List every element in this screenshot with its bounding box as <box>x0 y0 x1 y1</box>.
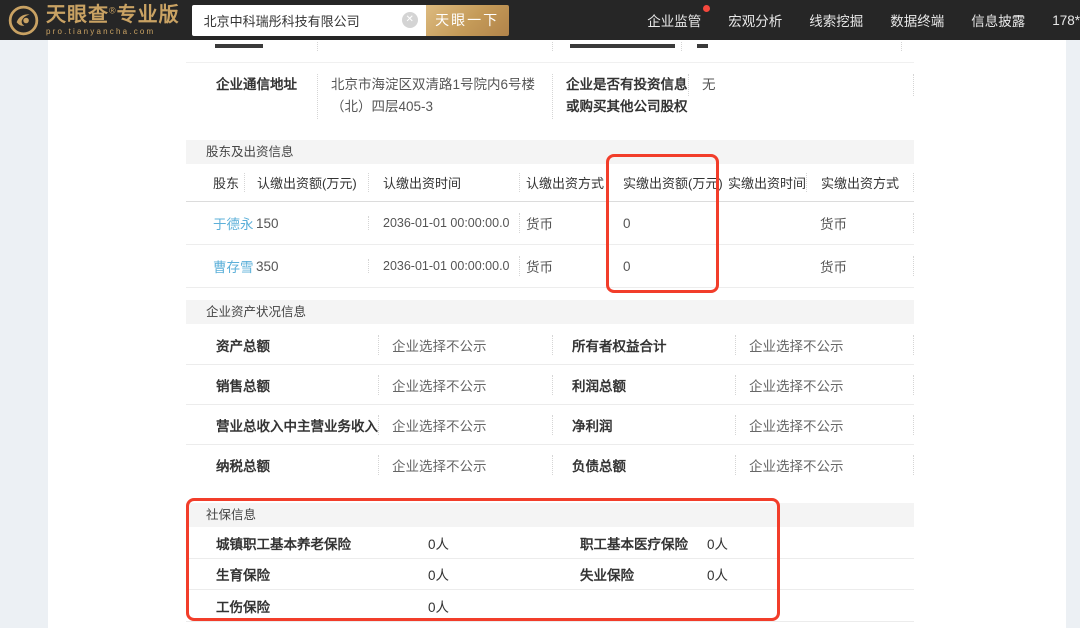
registered-mark: ® <box>109 4 117 15</box>
subscribed-amount: 350 <box>256 258 279 274</box>
tianyancha-logo[interactable]: 天眼查®专业版 pro.tianyancha.com <box>8 5 180 36</box>
section-header-shareholders: 股东及出资信息 <box>186 140 914 164</box>
field-value: 企业选择不公示 <box>735 455 914 475</box>
search-box: ✕ <box>191 4 426 36</box>
nav-item-disclosure[interactable]: 信息披露 <box>971 10 1025 30</box>
shareholder-name-link[interactable]: 于德永 <box>186 213 254 233</box>
column-header: 认缴出资方式 <box>519 173 611 192</box>
field-value: 0人 <box>428 568 450 583</box>
clipped-text-fragment <box>215 44 263 48</box>
field-value: 企业选择不公示 <box>378 374 552 395</box>
field-label: 净利润 <box>552 414 735 435</box>
field-label: 失业保险 <box>580 568 634 583</box>
social-insurance-row: 生育保险 0人 失业保险 0人 <box>186 559 914 590</box>
clear-search-icon[interactable]: ✕ <box>401 12 418 28</box>
shareholder-row: 曹存雪 350 2036-01-01 00:00:00.0 货币 0 货币 <box>186 245 914 288</box>
field-value: 0人 <box>428 536 450 552</box>
field-label: 资产总额 <box>216 338 270 354</box>
paid-amount: 0 <box>623 215 631 231</box>
subscribed-method: 货币 <box>519 213 611 233</box>
field-label: 职工基本医疗保险 <box>580 536 688 552</box>
asset-row: 资产总额 企业选择不公示 所有者权益合计 企业选择不公示 <box>186 325 914 365</box>
paid-amount: 0 <box>623 258 631 274</box>
column-header: 实缴出资额(万元) <box>623 176 723 191</box>
asset-row: 销售总额 企业选择不公示 利润总额 企业选择不公示 <box>186 365 914 405</box>
left-gutter <box>0 40 48 628</box>
asset-row: 纳税总额 企业选择不公示 负债总额 企业选择不公示 <box>186 445 914 485</box>
field-label: 生育保险 <box>216 568 270 583</box>
field-label: 所有者权益合计 <box>552 334 735 355</box>
field-label: 工伤保险 <box>216 599 270 615</box>
shareholder-table-header: 股东 认缴出资额(万元) 认缴出资时间 认缴出资方式 实缴出资额(万元) 实缴出… <box>186 164 914 202</box>
header-nav: 企业监管 宏观分析 线索挖掘 数据终端 信息披露 178* <box>647 0 1080 40</box>
paid-method: 货币 <box>806 256 914 276</box>
scrollbar-track[interactable] <box>1066 40 1080 628</box>
section-header-assets: 企业资产状况信息 <box>186 300 914 324</box>
field-value: 北京市海淀区双清路1号院内6号楼（北）四层405-3 <box>317 74 552 119</box>
nav-item-regulation[interactable]: 企业监管 <box>647 5 711 30</box>
field-value: 企业选择不公示 <box>378 334 552 355</box>
logo-title: 天眼查®专业版 <box>46 3 180 26</box>
field-value: 企业选择不公示 <box>735 334 914 355</box>
column-header: 认缴出资额(万元) <box>244 173 368 192</box>
nav-item-data-terminal[interactable]: 数据终端 <box>890 10 944 30</box>
field-value: 企业选择不公示 <box>735 374 914 395</box>
field-label: 销售总额 <box>216 378 270 394</box>
field-label: 负债总额 <box>552 455 735 475</box>
shareholder-row: 于德永 150 2036-01-01 00:00:00.0 货币 0 货币 <box>186 202 914 245</box>
divider <box>186 62 914 63</box>
field-value: 0人 <box>707 568 729 583</box>
search-bar: ✕ 天眼一下 <box>191 4 509 36</box>
company-info-row: 企业通信地址 北京市海淀区双清路1号院内6号楼（北）四层405-3 企业是否有投… <box>186 74 914 119</box>
shareholder-name-link[interactable]: 曹存雪 <box>186 256 254 276</box>
field-label: 城镇职工基本养老保险 <box>216 536 351 552</box>
top-header: 天眼查®专业版 pro.tianyancha.com ✕ 天眼一下 企业监管 宏… <box>0 0 1080 40</box>
nav-item-account[interactable]: 178* <box>1052 13 1080 28</box>
column-header: 实缴出资方式 <box>806 173 914 192</box>
logo-domain: pro.tianyancha.com <box>46 26 156 36</box>
field-label: 纳税总额 <box>216 459 270 474</box>
social-insurance-row: 城镇职工基本养老保险 0人 职工基本医疗保险 0人 <box>186 527 914 559</box>
field-value: 企业选择不公示 <box>378 414 552 435</box>
subscribed-time: 2036-01-01 00:00:00.0 <box>368 216 519 230</box>
column-header: 实缴出资时间 <box>728 176 807 191</box>
column-header: 股东 <box>213 176 240 191</box>
field-value: 无 <box>688 74 914 97</box>
subscribed-time: 2036-01-01 00:00:00.0 <box>368 259 519 273</box>
social-insurance-row: 工伤保险 0人 <box>186 590 914 622</box>
clipped-text-fragment <box>697 44 708 48</box>
field-value: 企业选择不公示 <box>378 455 552 475</box>
paid-method: 货币 <box>806 213 914 233</box>
field-value: 0人 <box>428 599 450 615</box>
field-label: 营业总收入中主营业务收入 <box>216 418 378 434</box>
subscribed-method: 货币 <box>519 256 611 276</box>
column-header: 认缴出资时间 <box>368 173 519 192</box>
notification-dot <box>703 5 711 12</box>
nav-item-macro-analysis[interactable]: 宏观分析 <box>728 10 782 30</box>
company-detail-content: 企业通信地址 北京市海淀区双清路1号院内6号楼（北）四层405-3 企业是否有投… <box>186 40 914 628</box>
clipped-row <box>186 40 914 54</box>
section-header-social-insurance: 社保信息 <box>186 503 914 527</box>
field-label: 利润总额 <box>552 374 735 395</box>
field-value: 企业选择不公示 <box>735 414 914 435</box>
clipped-text-fragment <box>570 44 675 48</box>
subscribed-amount: 150 <box>256 215 279 231</box>
field-label: 企业是否有投资信息或购买其他公司股权 <box>552 74 688 119</box>
page: 天眼查®专业版 pro.tianyancha.com ✕ 天眼一下 企业监管 宏… <box>0 0 1080 628</box>
nav-item-lead-mining[interactable]: 线索挖掘 <box>809 10 863 30</box>
field-value: 0人 <box>707 536 729 552</box>
field-label: 企业通信地址 <box>216 77 297 92</box>
eye-logo-icon <box>8 5 39 35</box>
search-input[interactable] <box>191 4 426 36</box>
asset-row: 营业总收入中主营业务收入 企业选择不公示 净利润 企业选择不公示 <box>186 405 914 445</box>
logo-text: 天眼查®专业版 pro.tianyancha.com <box>46 5 180 36</box>
search-button[interactable]: 天眼一下 <box>425 4 509 36</box>
